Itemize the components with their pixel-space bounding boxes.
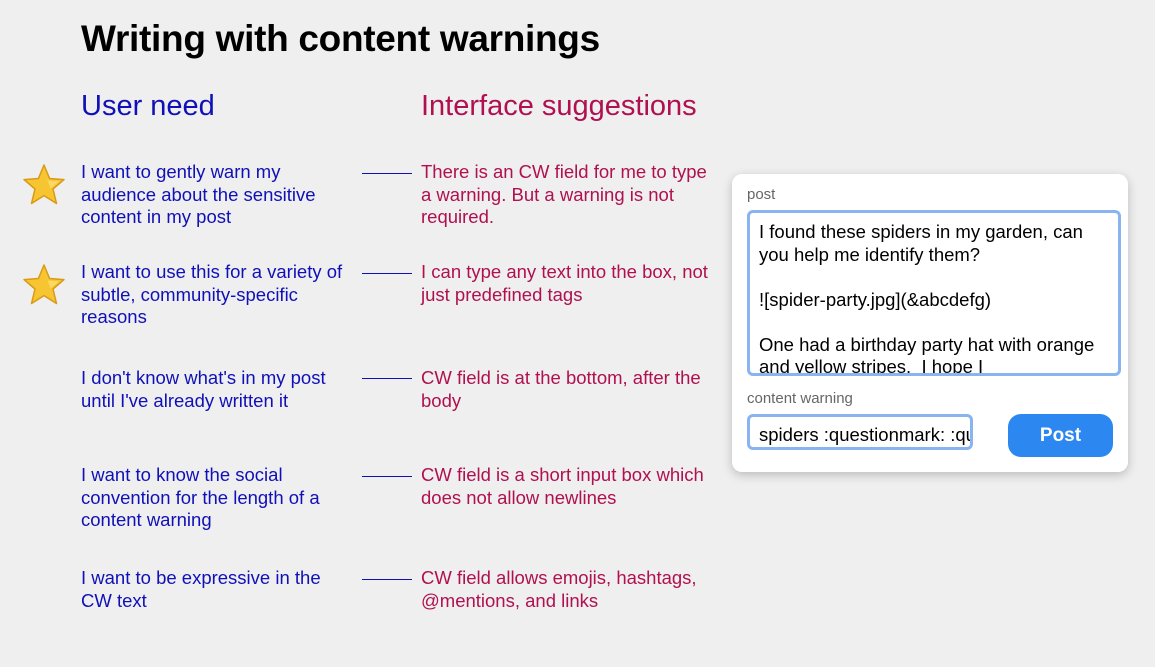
user-need-text: I want to use this for a variety of subt… [81,261,343,327]
content-warning-input[interactable]: spiders :questionmark: :question [747,414,973,450]
user-need-text: I want to be expressive in the CW text [81,567,321,611]
user-need-text: I want to gently warn my audience about … [81,161,316,227]
connector-line [362,476,412,477]
post-label: post [747,186,776,203]
star-icon [23,264,65,305]
user-need-text: I want to know the social convention for… [81,464,320,530]
column-header-interface-suggestions: Interface suggestions [421,90,697,122]
connector-line [362,579,412,580]
page-title: Writing with content warnings [81,18,600,59]
interface-suggestion-text: I can type any text into the box, not ju… [421,261,708,305]
content-warning-label: content warning [747,390,853,407]
post-composer-card: post I found these spiders in my garden,… [732,174,1128,472]
interface-suggestion-text: CW field is at the bottom, after the bod… [421,367,701,411]
star-icon [23,164,65,205]
user-need-text: I don't know what's in my post until I'v… [81,367,326,411]
interface-suggestion-text: CW field is a short input box which does… [421,464,704,508]
connector-line [362,378,412,379]
interface-suggestion-text: CW field allows emojis, hashtags, @menti… [421,567,697,611]
connector-line [362,273,412,274]
connector-line [362,173,412,174]
interface-suggestion-text: There is an CW field for me to type a wa… [421,161,707,227]
column-header-user-need: User need [81,90,215,122]
post-textarea[interactable]: I found these spiders in my garden, can … [747,210,1121,376]
post-button[interactable]: Post [1008,414,1113,457]
